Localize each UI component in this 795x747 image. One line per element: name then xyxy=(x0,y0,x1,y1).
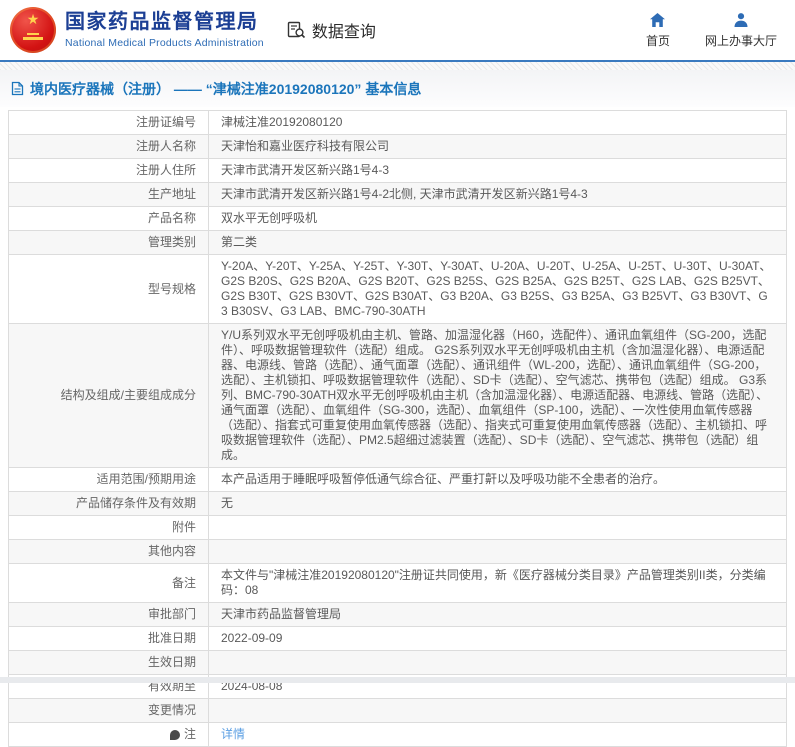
table-row: 生产地址 天津市武清开发区新兴路1号4-2北侧, 天津市武清开发区新兴路1号4-… xyxy=(9,183,786,207)
field-label: 生效日期 xyxy=(9,651,209,674)
field-value: 津械注准20192080120 xyxy=(209,111,786,134)
field-value: 天津市药品监督管理局 xyxy=(209,603,786,626)
field-label: 其他内容 xyxy=(9,540,209,563)
table-row: 变更情况 xyxy=(9,699,786,723)
field-value: 2022-09-09 xyxy=(209,627,786,650)
nmpa-logo[interactable]: ★ 国家药品监督管理局 National Medical Products Ad… xyxy=(10,7,264,53)
data-query-icon xyxy=(286,20,306,40)
breadcrumb: 境内医疗器械（注册） —— “津械注准20192080120” 基本信息 xyxy=(0,70,795,107)
info-table: 注册证编号 津械注准20192080120 注册人名称 天津怡和嘉业医疗科技有限… xyxy=(8,110,787,747)
field-label: 备注 xyxy=(9,564,209,602)
field-value: 天津怡和嘉业医疗科技有限公司 xyxy=(209,135,786,158)
field-label: 适用范围/预期用途 xyxy=(9,468,209,491)
field-value: 双水平无创呼吸机 xyxy=(209,207,786,230)
field-label: 注册证编号 xyxy=(9,111,209,134)
field-label: 生产地址 xyxy=(9,183,209,206)
site-subtitle: National Medical Products Administration xyxy=(65,37,264,49)
field-value: 本文件与"津械注准20192080120"注册证共同使用，新《医疗器械分类目录》… xyxy=(209,564,786,602)
field-value: 详情 xyxy=(209,723,786,746)
nav-service-hall[interactable]: 网上办事大厅 xyxy=(705,12,777,49)
table-row: 注册人名称 天津怡和嘉业医疗科技有限公司 xyxy=(9,135,786,159)
footer-strip xyxy=(0,677,795,683)
page-title: 境内医疗器械（注册） —— “津械注准20192080120” 基本信息 xyxy=(30,79,421,99)
table-row: 注册证编号 津械注准20192080120 xyxy=(9,111,786,135)
field-value: 天津市武清开发区新兴路1号4-2北侧, 天津市武清开发区新兴路1号4-3 xyxy=(209,183,786,206)
field-value: 第二类 xyxy=(209,231,786,254)
table-row: 审批部门 天津市药品监督管理局 xyxy=(9,603,786,627)
star-icon: ★ xyxy=(27,12,40,26)
field-label: 批准日期 xyxy=(9,627,209,650)
table-row: 附件 xyxy=(9,516,786,540)
field-value xyxy=(209,699,786,722)
field-label: 审批部门 xyxy=(9,603,209,626)
field-label: 产品储存条件及有效期 xyxy=(9,492,209,515)
field-value: Y/U系列双水平无创呼吸机由主机、管路、加温湿化器（H60，选配件）、通讯血氧组… xyxy=(209,324,786,467)
field-value xyxy=(209,651,786,674)
table-row: 适用范围/预期用途 本产品适用于睡眠呼吸暂停低通气综合征、严重打鼾以及呼吸功能不… xyxy=(9,468,786,492)
table-row: 型号规格 Y-20A、Y-20T、Y-25A、Y-25T、Y-30T、Y-30A… xyxy=(9,255,786,324)
field-value: 本产品适用于睡眠呼吸暂停低通气综合征、严重打鼾以及呼吸功能不全患者的治疗。 xyxy=(209,468,786,491)
field-label: 产品名称 xyxy=(9,207,209,230)
table-row: 结构及组成/主要组成成分 Y/U系列双水平无创呼吸机由主机、管路、加温湿化器（H… xyxy=(9,324,786,468)
table-row: 产品储存条件及有效期 无 xyxy=(9,492,786,516)
field-label: 型号规格 xyxy=(9,255,209,323)
table-row: 批准日期 2022-09-09 xyxy=(9,627,786,651)
top-nav: 首页 网上办事大厅 xyxy=(641,12,783,49)
nav-home[interactable]: 首页 xyxy=(641,12,675,49)
table-row: 注册人住所 天津市武清开发区新兴路1号4-3 xyxy=(9,159,786,183)
table-row: 生效日期 xyxy=(9,651,786,675)
site-title: 国家药品监督管理局 xyxy=(65,11,264,34)
table-row: 其他内容 xyxy=(9,540,786,564)
field-label: 附件 xyxy=(9,516,209,539)
document-icon xyxy=(11,81,24,96)
national-emblem-icon: ★ xyxy=(10,7,56,53)
field-label: 结构及组成/主要组成成分 xyxy=(9,324,209,467)
field-label: 注册人名称 xyxy=(9,135,209,158)
main-content: 注册证编号 津械注准20192080120 注册人名称 天津怡和嘉业医疗科技有限… xyxy=(8,110,787,747)
home-icon xyxy=(649,12,666,28)
nav-service-hall-label: 网上办事大厅 xyxy=(705,32,777,49)
site-header: ★ 国家药品监督管理局 National Medical Products Ad… xyxy=(0,0,795,62)
data-query-label: 数据查询 xyxy=(312,18,376,42)
field-value: 天津市武清开发区新兴路1号4-3 xyxy=(209,159,786,182)
header-divider xyxy=(0,62,795,70)
field-label: 注册人住所 xyxy=(9,159,209,182)
field-label: 变更情况 xyxy=(9,699,209,722)
data-query-nav[interactable]: 数据查询 xyxy=(286,18,376,42)
table-row: 备注 本文件与"津械注准20192080120"注册证共同使用，新《医疗器械分类… xyxy=(9,564,786,603)
field-value xyxy=(209,540,786,563)
field-label: 管理类别 xyxy=(9,231,209,254)
field-value xyxy=(209,516,786,539)
field-value: Y-20A、Y-20T、Y-25A、Y-25T、Y-30T、Y-30AT、U-2… xyxy=(209,255,786,323)
details-link[interactable]: 详情 xyxy=(221,727,245,742)
nav-home-label: 首页 xyxy=(646,32,670,49)
person-icon xyxy=(733,12,749,28)
table-row: 注 详情 xyxy=(9,723,786,747)
gate-icon xyxy=(23,33,43,42)
table-row: 管理类别 第二类 xyxy=(9,231,786,255)
field-value: 无 xyxy=(209,492,786,515)
table-row: 产品名称 双水平无创呼吸机 xyxy=(9,207,786,231)
field-label: 注 xyxy=(9,723,209,746)
note-icon xyxy=(170,730,180,740)
